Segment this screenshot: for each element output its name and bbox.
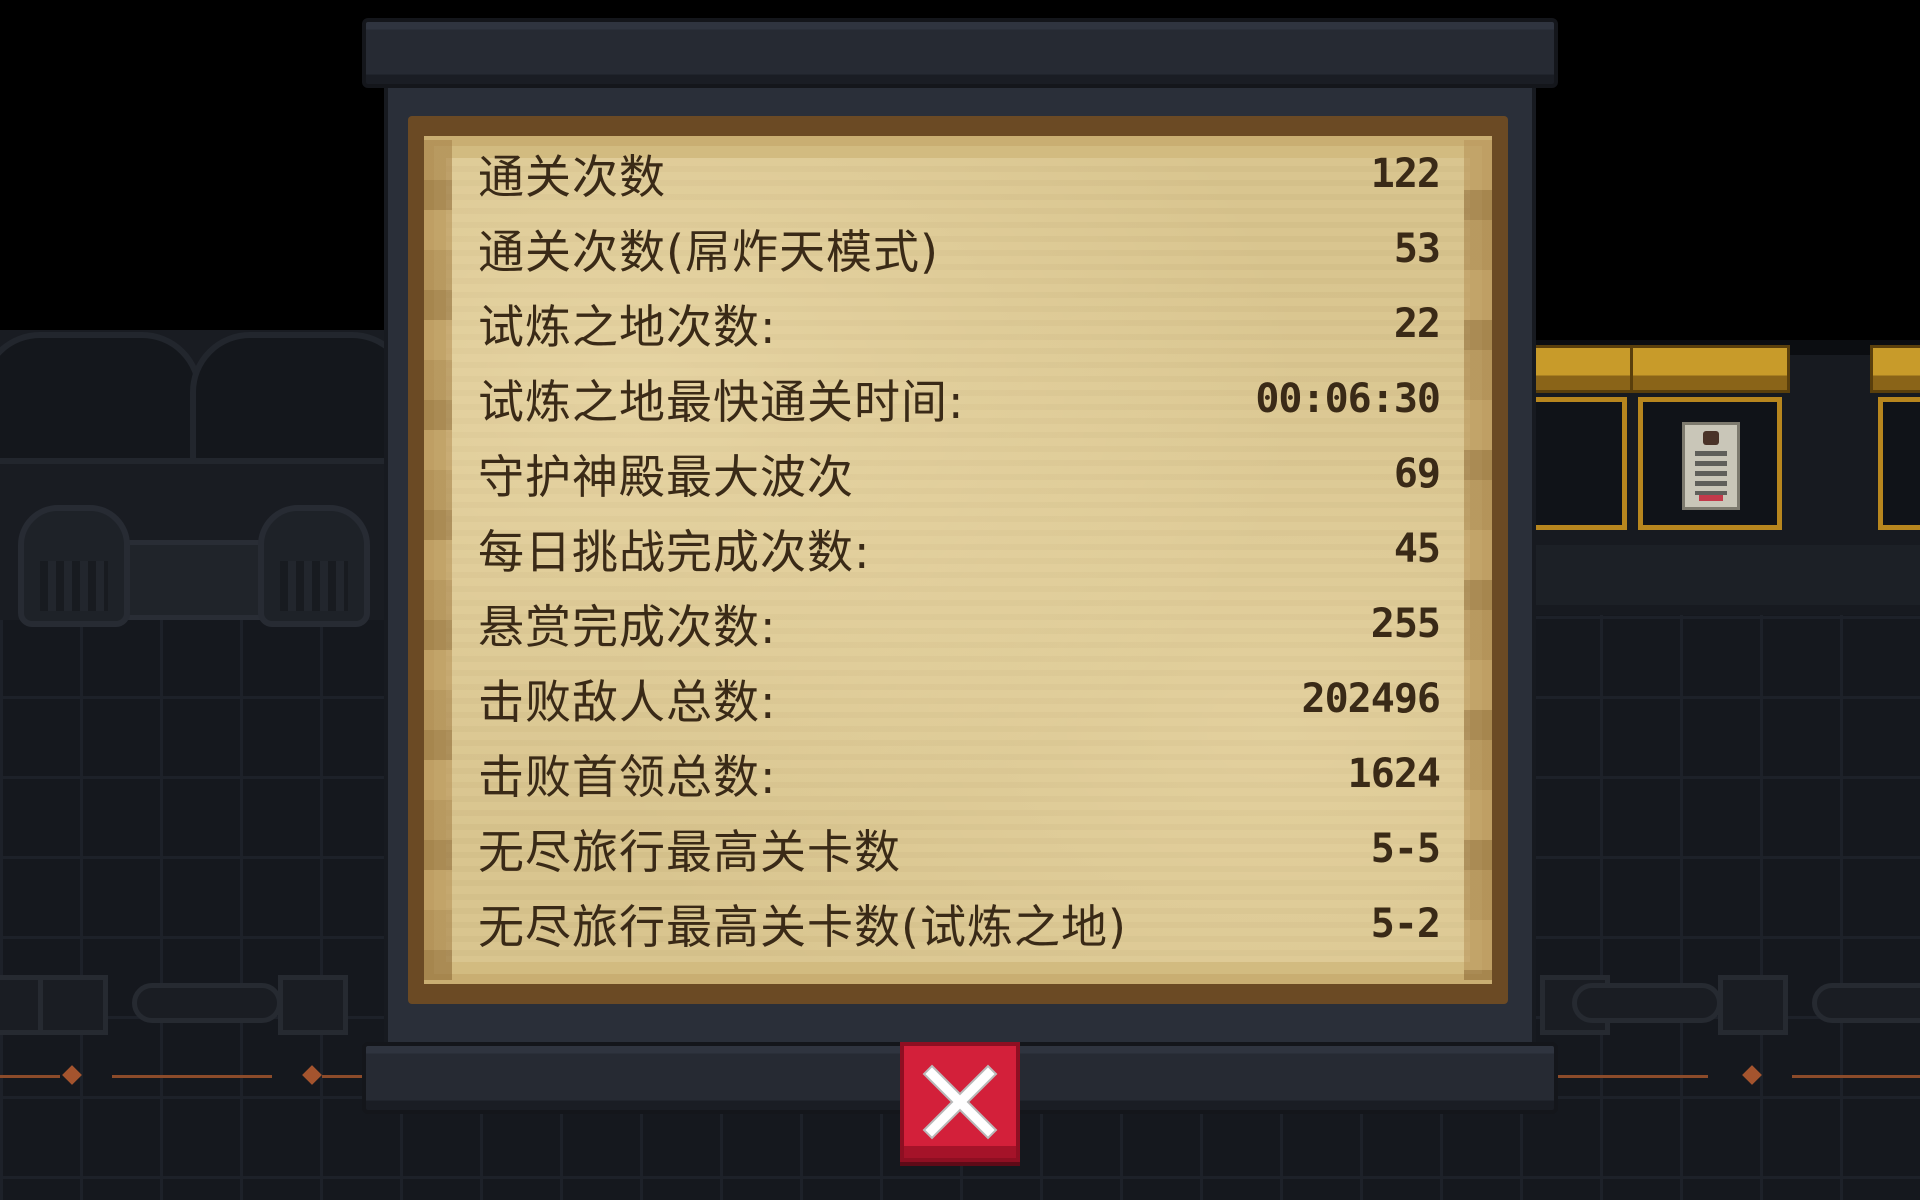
stat-row: 通关次数(屌炸天模式) 53 bbox=[478, 211, 1441, 286]
stat-label: 通关次数 bbox=[478, 149, 666, 204]
stat-value: 5-2 bbox=[1370, 900, 1441, 947]
stat-row: 试炼之地次数: 22 bbox=[478, 286, 1441, 361]
right-wall-band bbox=[1530, 545, 1920, 605]
stat-value: 122 bbox=[1370, 150, 1441, 197]
close-icon bbox=[922, 1064, 998, 1140]
stat-row: 守护神殿最大波次 69 bbox=[478, 436, 1441, 511]
stat-value: 202496 bbox=[1301, 675, 1441, 722]
close-button[interactable] bbox=[900, 1042, 1020, 1162]
stat-label: 无尽旅行最高关卡数 bbox=[478, 824, 901, 879]
stat-value: 22 bbox=[1393, 300, 1441, 347]
rail-trim bbox=[1558, 1075, 1708, 1078]
stat-label: 击败首领总数: bbox=[478, 749, 777, 804]
stat-row: 无尽旅行最高关卡数 5-5 bbox=[478, 811, 1441, 886]
game-scene: 通关次数 122 通关次数(屌炸天模式) 53 试炼之地次数: 22 试炼之地最… bbox=[0, 0, 1920, 1200]
stat-label: 每日挑战完成次数: bbox=[478, 524, 871, 579]
display-frame bbox=[1870, 345, 1920, 530]
stat-label: 击败敌人总数: bbox=[478, 674, 777, 729]
stat-value: 69 bbox=[1393, 450, 1441, 497]
stat-label: 悬赏完成次数: bbox=[478, 599, 777, 654]
display-frame-poster[interactable] bbox=[1630, 345, 1790, 530]
scroll-rod-top bbox=[362, 18, 1558, 88]
stat-value: 45 bbox=[1393, 525, 1441, 572]
pedestal bbox=[258, 505, 370, 627]
wall-ledge bbox=[120, 540, 270, 620]
stat-row: 无尽旅行最高关卡数(试炼之地) 5-2 bbox=[478, 886, 1441, 961]
stats-list: 通关次数 122 通关次数(屌炸天模式) 53 试炼之地次数: 22 试炼之地最… bbox=[478, 136, 1441, 984]
wall-arch bbox=[190, 332, 412, 464]
stat-value: 255 bbox=[1370, 600, 1441, 647]
stat-value: 5-5 bbox=[1370, 825, 1441, 872]
rail-trim bbox=[1792, 1075, 1920, 1078]
stat-row: 每日挑战完成次数: 45 bbox=[478, 511, 1441, 586]
rail-trim bbox=[112, 1075, 272, 1078]
stat-value: 00:06:30 bbox=[1255, 375, 1441, 422]
stat-row: 通关次数 122 bbox=[478, 136, 1441, 211]
stat-label: 无尽旅行最高关卡数(试炼之地) bbox=[478, 899, 1127, 954]
rail-trim bbox=[322, 1075, 362, 1078]
wall-arch bbox=[0, 332, 202, 464]
stat-label: 试炼之地最快通关时间: bbox=[478, 374, 965, 429]
stat-value: 1624 bbox=[1347, 750, 1441, 797]
stat-row: 击败敌人总数: 202496 bbox=[478, 661, 1441, 736]
stat-row: 试炼之地最快通关时间: 00:06:30 bbox=[478, 361, 1441, 436]
rail-trim bbox=[0, 1075, 60, 1078]
stat-label: 通关次数(屌炸天模式) bbox=[478, 224, 939, 279]
wanted-poster-icon bbox=[1682, 422, 1740, 510]
stat-value: 53 bbox=[1393, 225, 1441, 272]
stat-label: 守护神殿最大波次 bbox=[478, 449, 854, 504]
stat-row: 悬赏完成次数: 255 bbox=[478, 586, 1441, 661]
parchment-worn-edge bbox=[1464, 140, 1492, 980]
parchment-worn-edge bbox=[424, 140, 452, 980]
pedestal bbox=[18, 505, 130, 627]
stat-row: 击败首领总数: 1624 bbox=[478, 736, 1441, 811]
stat-label: 试炼之地次数: bbox=[478, 299, 777, 354]
